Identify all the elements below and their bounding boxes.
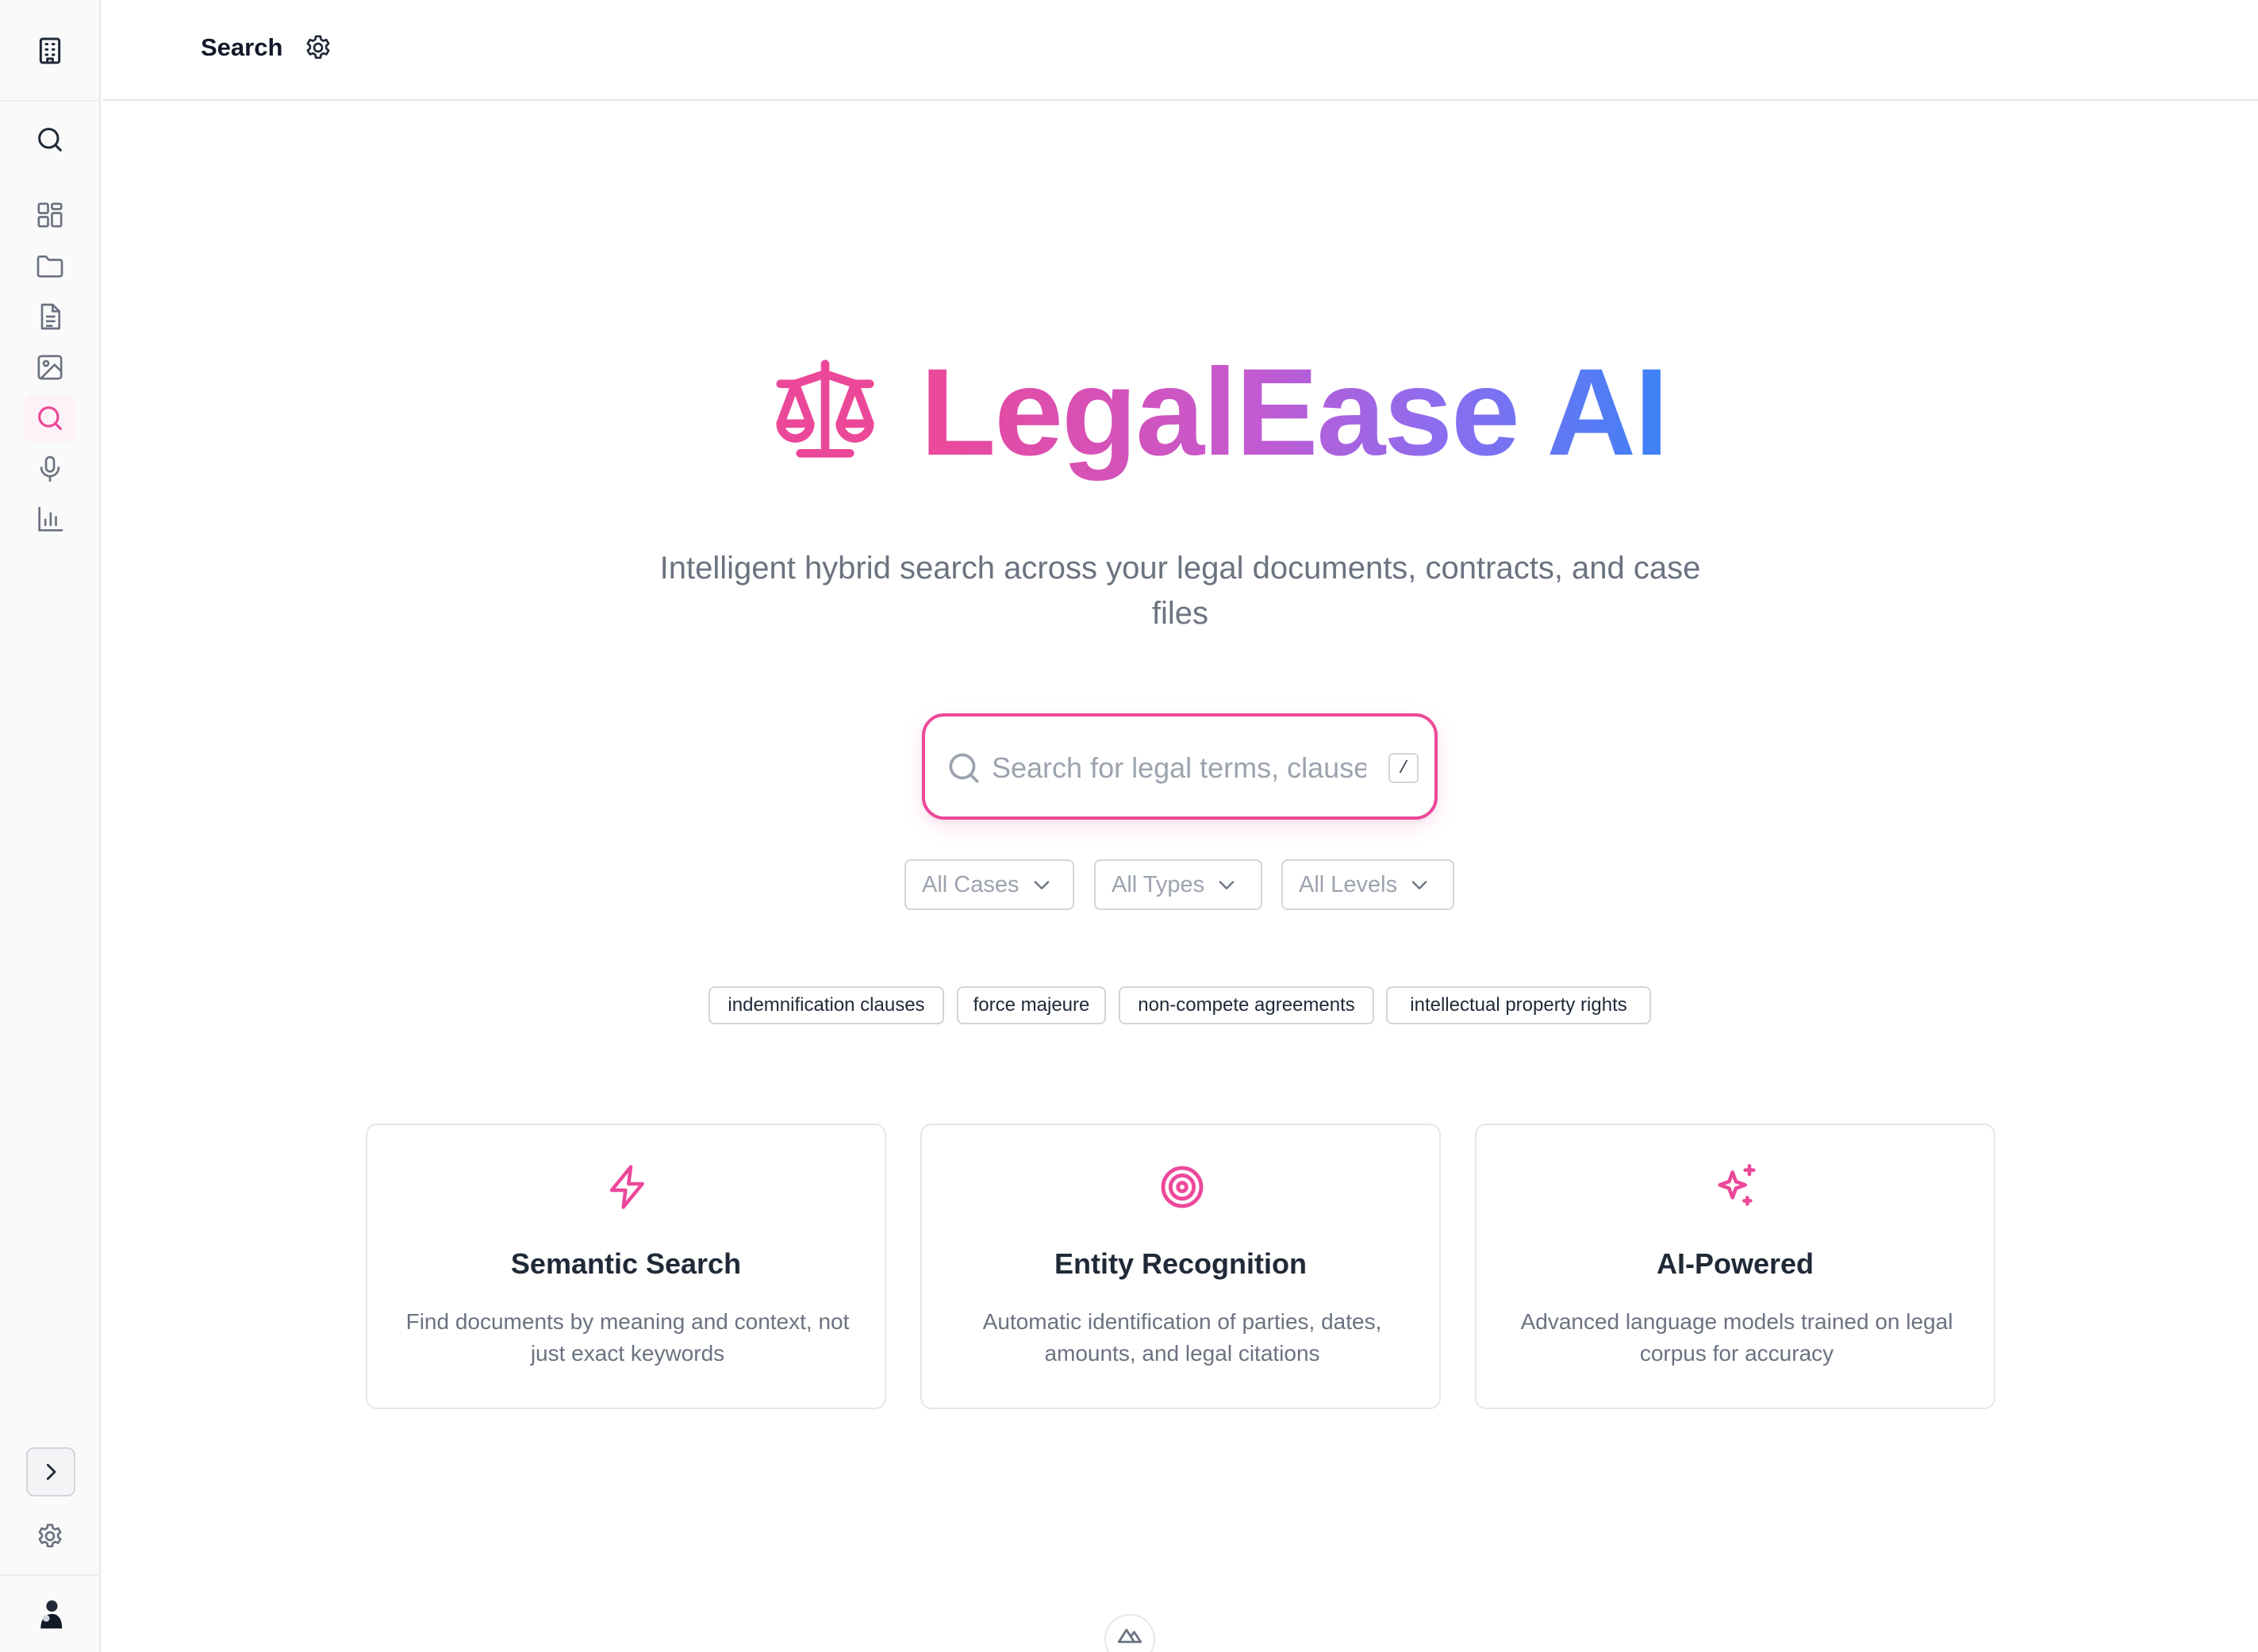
sidebar-divider (0, 100, 101, 102)
sidebar-item-cases[interactable] (24, 242, 76, 290)
sidebar-settings-button[interactable] (24, 1512, 76, 1560)
dashboard-icon (37, 202, 63, 228)
search-icon (944, 748, 984, 788)
microphone-icon (40, 455, 60, 482)
suggestion-chip[interactable]: force majeure (957, 986, 1106, 1024)
type-filter-label: All Types (1112, 871, 1205, 897)
document-icon (40, 303, 60, 330)
sidebar-item-transcription[interactable] (24, 445, 76, 493)
gear-icon (38, 1523, 62, 1548)
case-filter-label: All Cases (922, 871, 1020, 897)
search-icon (38, 406, 62, 430)
user-avatar[interactable] (35, 1596, 67, 1631)
sidebar-item-images[interactable] (24, 344, 76, 391)
top-bar: Search (102, 0, 2258, 101)
building-icon (39, 37, 61, 64)
folder-icon (36, 255, 63, 278)
bar-chart-icon (38, 506, 63, 532)
chevron-down-icon (1411, 881, 1427, 889)
feature-title: Semantic Search (510, 1247, 742, 1280)
search-input[interactable] (992, 739, 1366, 797)
suggestion-chip[interactable]: non-compete agreements (1119, 986, 1374, 1024)
sidebar-item-organization[interactable] (24, 27, 76, 75)
feature-card-semantic-search: Semantic Search Find documents by meanin… (366, 1124, 886, 1409)
keyboard-shortcut-hint: / (1388, 753, 1419, 783)
mountain-logo-icon (1117, 1628, 1142, 1643)
search-box: / (922, 713, 1438, 820)
scale-icon (766, 349, 885, 468)
feature-description: Advanced language models trained on lega… (1520, 1309, 1953, 1366)
type-filter-select[interactable]: All Types (1094, 859, 1262, 910)
search-icon (38, 128, 62, 152)
sidebar-collapse-button[interactable] (26, 1447, 75, 1496)
feature-title: Entity Recognition (1054, 1247, 1307, 1280)
image-icon (37, 355, 63, 380)
sidebar-divider (0, 1574, 101, 1576)
suggestion-chip[interactable]: intellectual property rights (1386, 986, 1651, 1024)
devtools-badge[interactable] (1104, 1614, 1155, 1652)
sidebar-item-search[interactable] (24, 394, 76, 442)
sidebar-item-analytics[interactable] (24, 496, 76, 544)
page-settings-button[interactable] (302, 32, 337, 67)
sidebar-item-quick-search[interactable] (24, 116, 76, 163)
gear-icon (306, 35, 330, 60)
lightning-icon (602, 1162, 653, 1212)
app-root: Search LegalEase AI Intelligent hybrid s… (0, 0, 2258, 1652)
chevron-right-icon (46, 1463, 56, 1481)
case-filter-select[interactable]: All Cases (904, 859, 1074, 910)
feature-description: Automatic identification of parties, dat… (982, 1309, 1382, 1366)
hero-subtitle: Intelligent hybrid search across your le… (659, 551, 1701, 631)
feature-card-entity-recognition: Entity Recognition Automatic identificat… (920, 1124, 1441, 1409)
chevron-down-icon (1034, 881, 1049, 889)
user-avatar-icon (40, 1600, 63, 1629)
page-title: Search (201, 33, 283, 61)
level-filter-select[interactable]: All Levels (1281, 859, 1454, 910)
hero-title: LegalEase AI (920, 341, 1669, 484)
feature-title: AI-Powered (1656, 1247, 1814, 1280)
level-filter-label: All Levels (1299, 871, 1398, 897)
feature-description: Find documents by meaning and context, n… (405, 1309, 850, 1366)
sidebar-item-dashboard[interactable] (24, 191, 76, 239)
sidebar (0, 0, 101, 1652)
suggestion-chip[interactable]: indemnification clauses (709, 986, 944, 1024)
target-icon (1157, 1162, 1208, 1212)
sidebar-item-documents[interactable] (24, 293, 76, 340)
chevron-down-icon (1219, 881, 1235, 889)
sparkles-icon (1711, 1162, 1762, 1212)
feature-card-ai-powered: AI-Powered Advanced language models trai… (1475, 1124, 1995, 1409)
